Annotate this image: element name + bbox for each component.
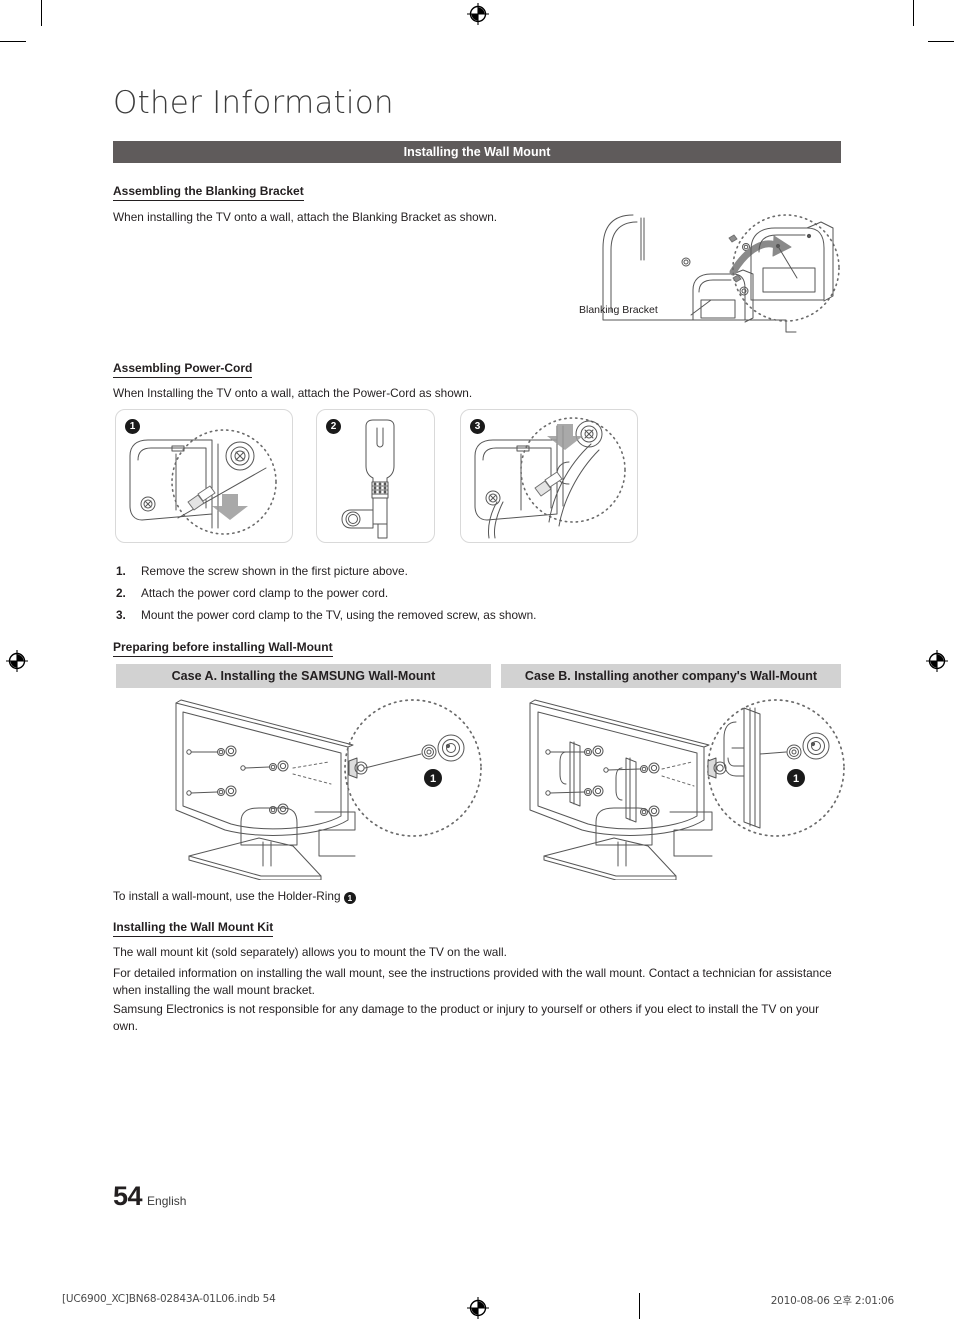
registration-mark-right-middle <box>926 650 948 672</box>
figure-case-b-other-wall-mount: 1 <box>529 699 845 880</box>
power-cord-panel-1: 1 <box>115 409 293 543</box>
power-cord-panel-group: 1 2 3 <box>113 409 841 543</box>
step-badge-1: 1 <box>125 419 140 434</box>
page-number: 54 <box>113 1181 143 1211</box>
print-footer-timestamp: 2010-08-06 오후 2:01:06 <box>770 1295 894 1307</box>
figure-case-a-samsung-wall-mount: 1 <box>175 699 482 880</box>
section-band: Installing the Wall Mount <box>113 141 841 163</box>
text-holder-ring-note: To install a wall-mount, use the Holder-… <box>113 888 733 905</box>
heading-assembling-blanking-bracket: Assembling the Blanking Bracket <box>113 184 304 201</box>
list-item-number: 2. <box>116 586 126 600</box>
crop-mark-top-left-vertical <box>41 0 42 26</box>
caption-blanking-bracket: Blanking Bracket <box>579 304 658 316</box>
step-badge-3: 3 <box>470 419 485 434</box>
case-bar-group: Case A. Installing the SAMSUNG Wall-Moun… <box>116 664 841 688</box>
case-figure-group: 1 1 <box>113 690 845 880</box>
step-badge-2: 2 <box>326 419 341 434</box>
holder-ring-note-text: To install a wall-mount, use the Holder-… <box>113 889 344 903</box>
power-cord-panel-3: 3 <box>460 409 638 543</box>
list-item-number: 1. <box>116 564 126 578</box>
heading-assembling-power-cord: Assembling Power-Cord <box>113 361 253 378</box>
crop-mark-top-right-horizontal <box>928 41 954 42</box>
page-title: Other Information <box>113 85 394 121</box>
list-item: 2. Attach the power cord clamp to the po… <box>113 582 813 604</box>
page-content: Other Information Installing the Wall Mo… <box>113 0 845 1321</box>
list-item: 1. Remove the screw shown in the first p… <box>113 560 813 582</box>
callout-badge-inline: 1 <box>343 892 356 904</box>
list-item-text: Attach the power cord clamp to the power… <box>141 586 389 600</box>
text-wall-mount-kit-p1: The wall mount kit (sold separately) all… <box>113 945 507 959</box>
power-cord-step-list: 1. Remove the screw shown in the first p… <box>113 560 813 626</box>
page-folio: 54 English <box>113 1181 186 1212</box>
figure-mount-clamp <box>474 417 626 539</box>
list-item-text: Mount the power cord clamp to the TV, us… <box>141 608 537 622</box>
text-wall-mount-kit-p3: Samsung Electronics is not responsible f… <box>113 1002 819 1033</box>
page-language: English <box>147 1194 187 1208</box>
figure-remove-screw <box>129 429 277 535</box>
power-cord-panel-2: 2 <box>316 409 435 543</box>
text-power-cord-intro: When Installing the TV onto a wall, atta… <box>113 386 473 400</box>
text-wall-mount-kit-p2: For detailed information on installing t… <box>113 966 832 997</box>
heading-preparing-before-installing: Preparing before installing Wall-Mount <box>113 640 333 657</box>
case-bar-a: Case A. Installing the SAMSUNG Wall-Moun… <box>116 664 491 688</box>
svg-text:1: 1 <box>430 773 436 785</box>
crop-mark-top-right-vertical <box>913 0 914 26</box>
registration-mark-left-middle <box>6 650 28 672</box>
case-bar-b: Case B. Installing another company's Wal… <box>501 664 841 688</box>
svg-text:1: 1 <box>793 773 799 785</box>
list-item-number: 3. <box>116 608 126 622</box>
crop-mark-top-left-horizontal <box>0 41 26 42</box>
list-item: 3. Mount the power cord clamp to the TV,… <box>113 604 813 626</box>
figure-blanking-bracket <box>602 214 840 333</box>
heading-installing-wall-mount-kit: Installing the Wall Mount Kit <box>113 920 274 937</box>
print-footer-filename: [UC6900_XC]BN68-02843A-01L06.indb 54 <box>62 1293 276 1305</box>
list-item-text: Remove the screw shown in the first pict… <box>141 564 408 578</box>
